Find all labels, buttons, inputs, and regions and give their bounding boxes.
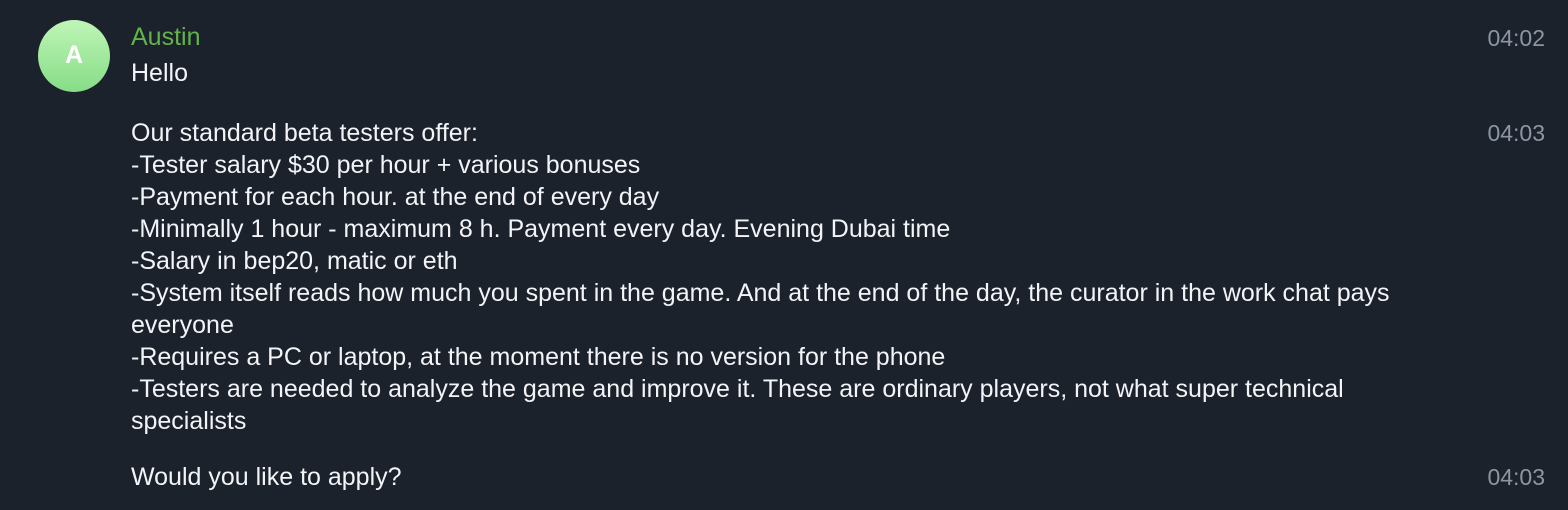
message-text: Our standard beta testers offer: -Tester… — [131, 119, 1390, 435]
sender-name[interactable]: Austin — [131, 22, 200, 52]
message-text: Hello — [131, 59, 188, 87]
message-timestamp: 04:03 — [1487, 120, 1545, 146]
message-timestamp: 04:03 — [1487, 464, 1545, 490]
chat-message-group: A Austin Hello 04:02 Our standard beta t… — [0, 0, 1568, 510]
message-timestamp: 04:02 — [1487, 25, 1545, 51]
message-text: Would you like to apply? — [131, 463, 402, 491]
avatar-initial: A — [64, 40, 84, 69]
avatar[interactable]: A — [38, 20, 110, 92]
